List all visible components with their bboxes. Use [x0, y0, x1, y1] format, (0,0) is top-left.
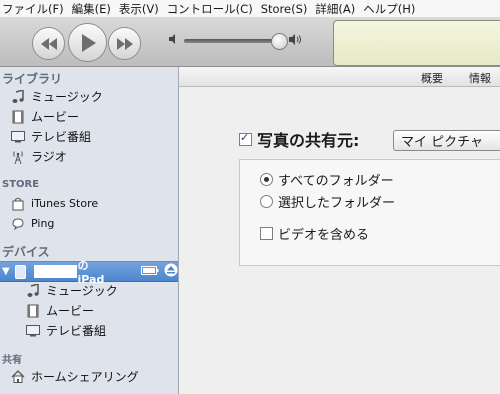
photo-source-dropdown[interactable]: マイ ピクチャ — [393, 130, 500, 151]
device-name-redacted — [33, 265, 78, 278]
volume-low-icon — [169, 34, 175, 44]
menu-store[interactable]: Store(S) — [257, 2, 312, 16]
sidebar-item-label: iTunes Store — [31, 197, 99, 210]
sidebar-item-device-movies[interactable]: ムービー — [0, 301, 178, 320]
radio-all-folders[interactable]: すべてのフォルダー — [260, 170, 394, 189]
ping-icon — [9, 216, 27, 232]
sidebar-item-label: Ping — [31, 217, 55, 230]
volume-slider-track[interactable] — [184, 39, 284, 43]
volume-slider-handle[interactable] — [271, 33, 288, 50]
shopping-bag-icon — [9, 196, 27, 212]
devices-header: デバイス — [2, 245, 50, 259]
sync-photos-label: 写真の共有元: — [257, 131, 360, 150]
photo-options-box: すべてのフォルダー 選択したフォルダー ビデオを含める — [239, 159, 500, 266]
next-button[interactable] — [108, 27, 141, 60]
menu-help[interactable]: ヘルプ(H) — [359, 1, 419, 17]
sidebar: ライブラリ ミュージック ムービー テレビ番組 ラジオ STORE iTunes… — [0, 67, 179, 394]
sidebar-item-label: テレビ番組 — [31, 130, 92, 144]
sidebar-item-label: ミュージック — [46, 284, 118, 298]
radio-all-folders-label: すべてのフォルダー — [278, 174, 394, 189]
radio-button[interactable] — [260, 173, 273, 186]
device-tab-bar: 概要 情報 — [179, 67, 500, 87]
radio-tower-icon — [9, 149, 27, 165]
menu-bar: ファイル(F) 編集(E) 表示(V) コントロール(C) Store(S) 詳… — [0, 0, 500, 18]
sidebar-item-label: ミュージック — [31, 90, 103, 104]
home-icon — [9, 369, 27, 385]
sidebar-item-itunes-store[interactable]: iTunes Store — [0, 194, 178, 213]
battery-icon — [141, 265, 159, 278]
sidebar-item-device-tv-shows[interactable]: テレビ番組 — [0, 321, 178, 340]
eject-icon[interactable] — [164, 263, 178, 280]
sidebar-item-label: テレビ番組 — [46, 324, 107, 338]
menu-file[interactable]: ファイル(F) — [0, 1, 68, 17]
include-video-option[interactable]: ビデオを含める — [260, 224, 369, 243]
radio-selected-folders[interactable]: 選択したフォルダー — [260, 192, 395, 211]
music-note-icon — [9, 89, 27, 105]
sidebar-item-ping[interactable]: Ping — [0, 214, 178, 233]
sidebar-item-device-music[interactable]: ミュージック — [0, 281, 178, 300]
shared-header: 共有 — [2, 355, 22, 366]
tv-icon — [24, 323, 42, 339]
sidebar-item-music[interactable]: ミュージック — [0, 87, 178, 106]
rewind-icon — [40, 37, 57, 50]
menu-advanced[interactable]: 詳細(A) — [311, 1, 359, 17]
play-button[interactable] — [68, 23, 107, 62]
play-icon — [81, 33, 96, 52]
sidebar-item-label: ラジオ — [31, 150, 67, 164]
store-header: STORE — [2, 179, 40, 190]
film-icon — [24, 303, 42, 319]
previous-button[interactable] — [32, 27, 65, 60]
library-header: ライブラリ — [2, 72, 63, 86]
radio-selected-folders-label: 選択したフォルダー — [278, 196, 396, 211]
menu-controls[interactable]: コントロール(C) — [163, 1, 257, 17]
tab-summary[interactable]: 概要 — [421, 70, 443, 86]
menu-edit[interactable]: 編集(E) — [68, 1, 115, 17]
sidebar-item-home-sharing[interactable]: ホームシェアリング — [0, 367, 178, 386]
disclosure-triangle-icon[interactable]: ▼ — [2, 266, 10, 277]
sidebar-item-tv-shows[interactable]: テレビ番組 — [0, 127, 178, 146]
tv-icon — [9, 129, 27, 145]
sync-photos-checkbox[interactable] — [239, 131, 252, 146]
sidebar-item-movies[interactable]: ムービー — [0, 107, 178, 126]
photos-pane: 写真の共有元: マイ ピクチャ すべてのフォルダー 選択したフォルダー ビデオを… — [179, 87, 500, 394]
radio-button[interactable] — [260, 195, 273, 208]
menu-view[interactable]: 表示(V) — [115, 1, 163, 17]
sidebar-item-label: ホームシェアリング — [31, 370, 139, 384]
fast-forward-icon — [116, 37, 133, 50]
include-video-label: ビデオを含める — [278, 228, 370, 243]
film-icon — [9, 109, 27, 125]
volume-high-icon — [289, 34, 301, 45]
tab-info[interactable]: 情報 — [469, 70, 491, 86]
sidebar-item-device-ipad[interactable]: ▼ の iPad — [0, 259, 178, 286]
status-display — [333, 20, 500, 66]
ipad-icon — [12, 264, 30, 280]
include-video-checkbox[interactable] — [260, 227, 273, 240]
sidebar-item-label: ムービー — [31, 110, 80, 124]
photo-sync-header: 写真の共有元: — [239, 127, 359, 151]
music-note-icon — [24, 283, 42, 299]
main-panel: 概要 情報 写真の共有元: マイ ピクチャ すべてのフォルダー 選択したフォルダ… — [179, 67, 500, 394]
sidebar-item-radio[interactable]: ラジオ — [0, 147, 178, 166]
sidebar-item-label: ムービー — [46, 304, 95, 318]
